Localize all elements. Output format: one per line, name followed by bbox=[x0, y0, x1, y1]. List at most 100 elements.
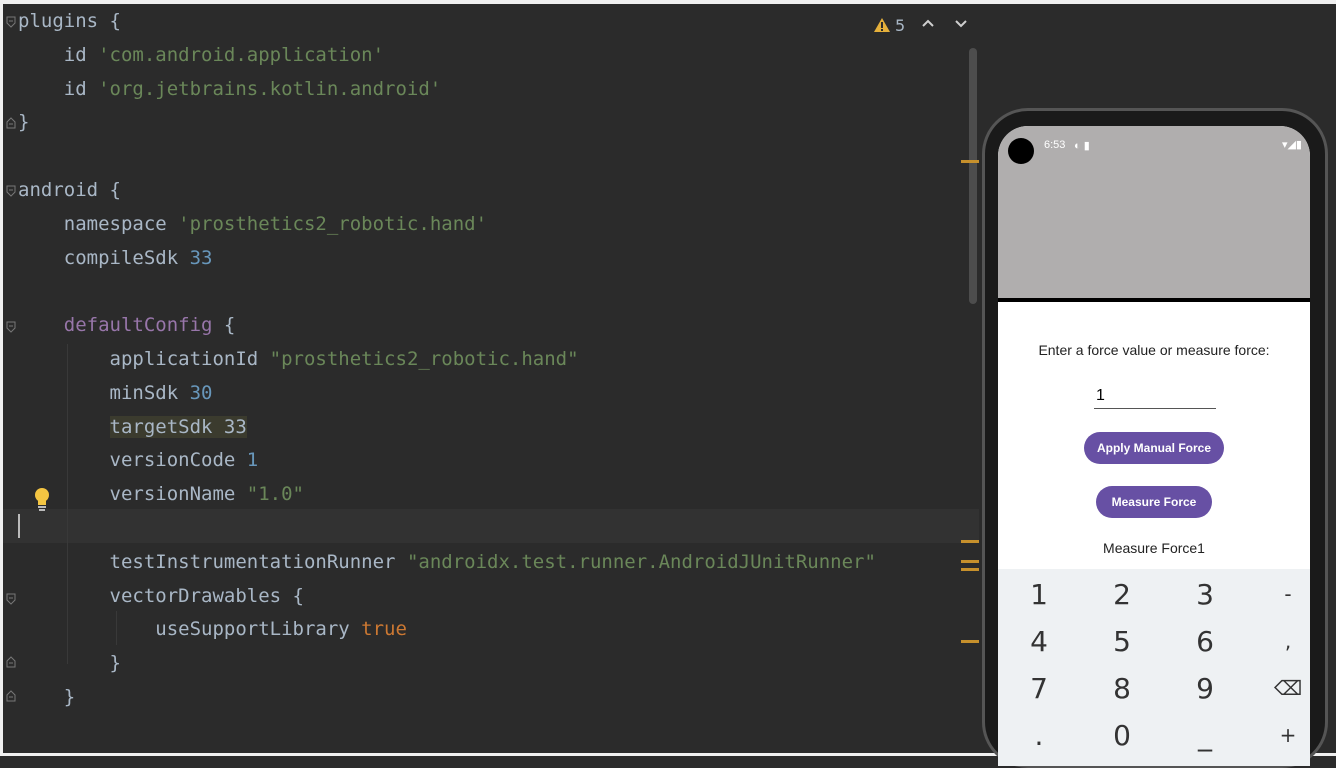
fold-open-icon[interactable] bbox=[6, 593, 16, 605]
vertical-scrollbar[interactable] bbox=[969, 48, 977, 304]
code-token: "prosthetics2_robotic.hand" bbox=[269, 348, 579, 370]
fold-open-icon[interactable] bbox=[6, 321, 16, 333]
phone-screen[interactable]: 6:53 ◐ ▮ ▾◢▮ Enter a force value or meas… bbox=[998, 126, 1310, 766]
error-stripe-mark[interactable] bbox=[961, 568, 979, 571]
code-line[interactable]: defaultConfig { bbox=[18, 308, 236, 342]
code-line[interactable]: namespace 'prosthetics2_robotic.hand' bbox=[18, 207, 487, 241]
code-token: { bbox=[212, 314, 236, 337]
keyboard-key[interactable]: 9 bbox=[1166, 665, 1244, 711]
warning-indicator[interactable]: 5 bbox=[873, 12, 905, 38]
warning-icon bbox=[874, 18, 890, 32]
measure-result-label: Measure Force1 bbox=[1103, 540, 1205, 556]
code-token: vectorDrawables { bbox=[18, 584, 304, 607]
code-token: } bbox=[18, 111, 30, 134]
keyboard-key[interactable]: ⌫ bbox=[1249, 665, 1310, 711]
code-line[interactable]: useSupportLibrary true bbox=[18, 612, 407, 646]
code-token: plugins bbox=[18, 10, 110, 32]
code-token: applicationId bbox=[18, 348, 270, 370]
code-line[interactable]: id 'com.android.application' bbox=[18, 38, 384, 72]
code-token: 1 bbox=[246, 449, 259, 472]
code-line[interactable]: plugins { bbox=[18, 4, 121, 38]
panel-edge bbox=[1328, 4, 1336, 753]
force-input[interactable] bbox=[1094, 384, 1216, 409]
code-token: } bbox=[18, 652, 121, 675]
code-token: id bbox=[18, 43, 99, 66]
fold-close-icon[interactable] bbox=[6, 117, 16, 129]
code-token: "androidx.test.runner.AndroidJUnitRunner… bbox=[406, 550, 876, 573]
chevron-up-icon[interactable] bbox=[919, 14, 937, 32]
force-prompt-label: Enter a force value or measure force: bbox=[1038, 342, 1270, 358]
fold-close-icon[interactable] bbox=[6, 690, 16, 702]
keyboard-key[interactable]: - bbox=[1249, 571, 1310, 617]
error-stripe-mark[interactable] bbox=[961, 540, 979, 543]
code-token: 'prosthetics2_robotic.hand' bbox=[178, 212, 488, 235]
keyboard-key[interactable]: 5 bbox=[1083, 618, 1161, 664]
error-stripe-mark[interactable] bbox=[961, 560, 979, 563]
fold-open-icon[interactable] bbox=[6, 185, 16, 197]
keyboard-key[interactable]: 6 bbox=[1166, 618, 1244, 664]
apply-manual-force-button[interactable]: Apply Manual Force bbox=[1084, 432, 1224, 464]
keyboard-key[interactable]: 1 bbox=[1000, 571, 1078, 617]
text-caret bbox=[18, 514, 20, 538]
code-editor[interactable]: plugins { id 'com.android.application' i… bbox=[3, 4, 979, 753]
code-token: { bbox=[109, 10, 121, 32]
code-token: id bbox=[18, 77, 99, 100]
lightbulb-icon[interactable] bbox=[31, 486, 53, 512]
code-token: useSupportLibrary bbox=[18, 618, 362, 641]
keyboard-key[interactable]: + bbox=[1249, 712, 1310, 758]
code-token: minSdk bbox=[18, 381, 190, 404]
status-bar: 6:53 ◐ ▮ ▾◢▮ bbox=[998, 126, 1310, 298]
code-token: android bbox=[18, 179, 110, 201]
fold-close-icon[interactable] bbox=[6, 656, 16, 668]
code-line[interactable]: testInstrumentationRunner "androidx.test… bbox=[18, 545, 876, 579]
code-token: compileSdk bbox=[18, 246, 190, 269]
code-line[interactable]: vectorDrawables { bbox=[18, 579, 304, 613]
chevron-down-icon[interactable] bbox=[952, 14, 970, 32]
keyboard-key[interactable]: , bbox=[1249, 618, 1310, 664]
code-token: namespace bbox=[18, 212, 179, 235]
keyboard-key[interactable]: 4 bbox=[1000, 618, 1078, 664]
keyboard-key[interactable]: 8 bbox=[1083, 665, 1161, 711]
keyboard-key[interactable]: _ bbox=[1166, 712, 1244, 758]
keyboard-key[interactable]: 7 bbox=[1000, 665, 1078, 711]
code-line[interactable]: android { bbox=[18, 173, 121, 207]
code-line[interactable]: versionName "1.0" bbox=[18, 477, 304, 511]
code-line[interactable]: versionCode 1 bbox=[18, 443, 259, 477]
code-token: "1.0" bbox=[246, 483, 304, 506]
code-line[interactable]: } bbox=[18, 680, 75, 714]
error-stripe-mark[interactable] bbox=[961, 160, 979, 163]
fold-open-icon[interactable] bbox=[6, 16, 16, 28]
status-icons: ▾◢▮ bbox=[1281, 138, 1302, 151]
app-bar-divider bbox=[998, 298, 1310, 302]
code-line[interactable]: targetSdk 33 bbox=[18, 410, 247, 444]
code-token: versionCode bbox=[18, 449, 247, 472]
measure-force-button[interactable]: Measure Force bbox=[1096, 486, 1212, 518]
camera-cutout bbox=[1008, 138, 1034, 164]
code-token: targetSdk 33 bbox=[109, 415, 247, 438]
numeric-keyboard[interactable]: 1 2 3- 4 5 6, 7 8 9 ⌫. 0 _ + bbox=[998, 569, 1310, 766]
code-line[interactable]: } bbox=[18, 646, 121, 680]
code-line[interactable]: applicationId "prosthetics2_robotic.hand… bbox=[18, 342, 579, 376]
keyboard-key[interactable]: 3 bbox=[1166, 571, 1244, 617]
code-line[interactable]: compileSdk 33 bbox=[18, 241, 213, 275]
notification-icons: ◐ ▮ bbox=[1074, 140, 1090, 152]
code-token: 'org.jetbrains.kotlin.android' bbox=[98, 77, 442, 100]
code-token: { bbox=[109, 179, 121, 201]
current-line-highlight bbox=[3, 509, 979, 543]
code-line[interactable]: minSdk 30 bbox=[18, 376, 213, 410]
code-token: } bbox=[18, 686, 76, 708]
code-line[interactable]: id 'org.jetbrains.kotlin.android' bbox=[18, 72, 442, 106]
keyboard-key[interactable]: . bbox=[1000, 712, 1078, 758]
keyboard-key[interactable]: 2 bbox=[1083, 571, 1161, 617]
keyboard-key[interactable]: 0 bbox=[1083, 712, 1161, 758]
code-line[interactable]: } bbox=[18, 105, 29, 139]
code-token: 'com.android.application' bbox=[98, 43, 385, 66]
warning-count: 5 bbox=[895, 15, 906, 35]
code-token: 33 bbox=[189, 246, 213, 269]
error-stripe-mark[interactable] bbox=[961, 640, 979, 643]
code-token: defaultConfig bbox=[63, 314, 213, 337]
code-token: testInstrumentationRunner bbox=[18, 550, 407, 573]
code-token: true bbox=[361, 618, 407, 641]
